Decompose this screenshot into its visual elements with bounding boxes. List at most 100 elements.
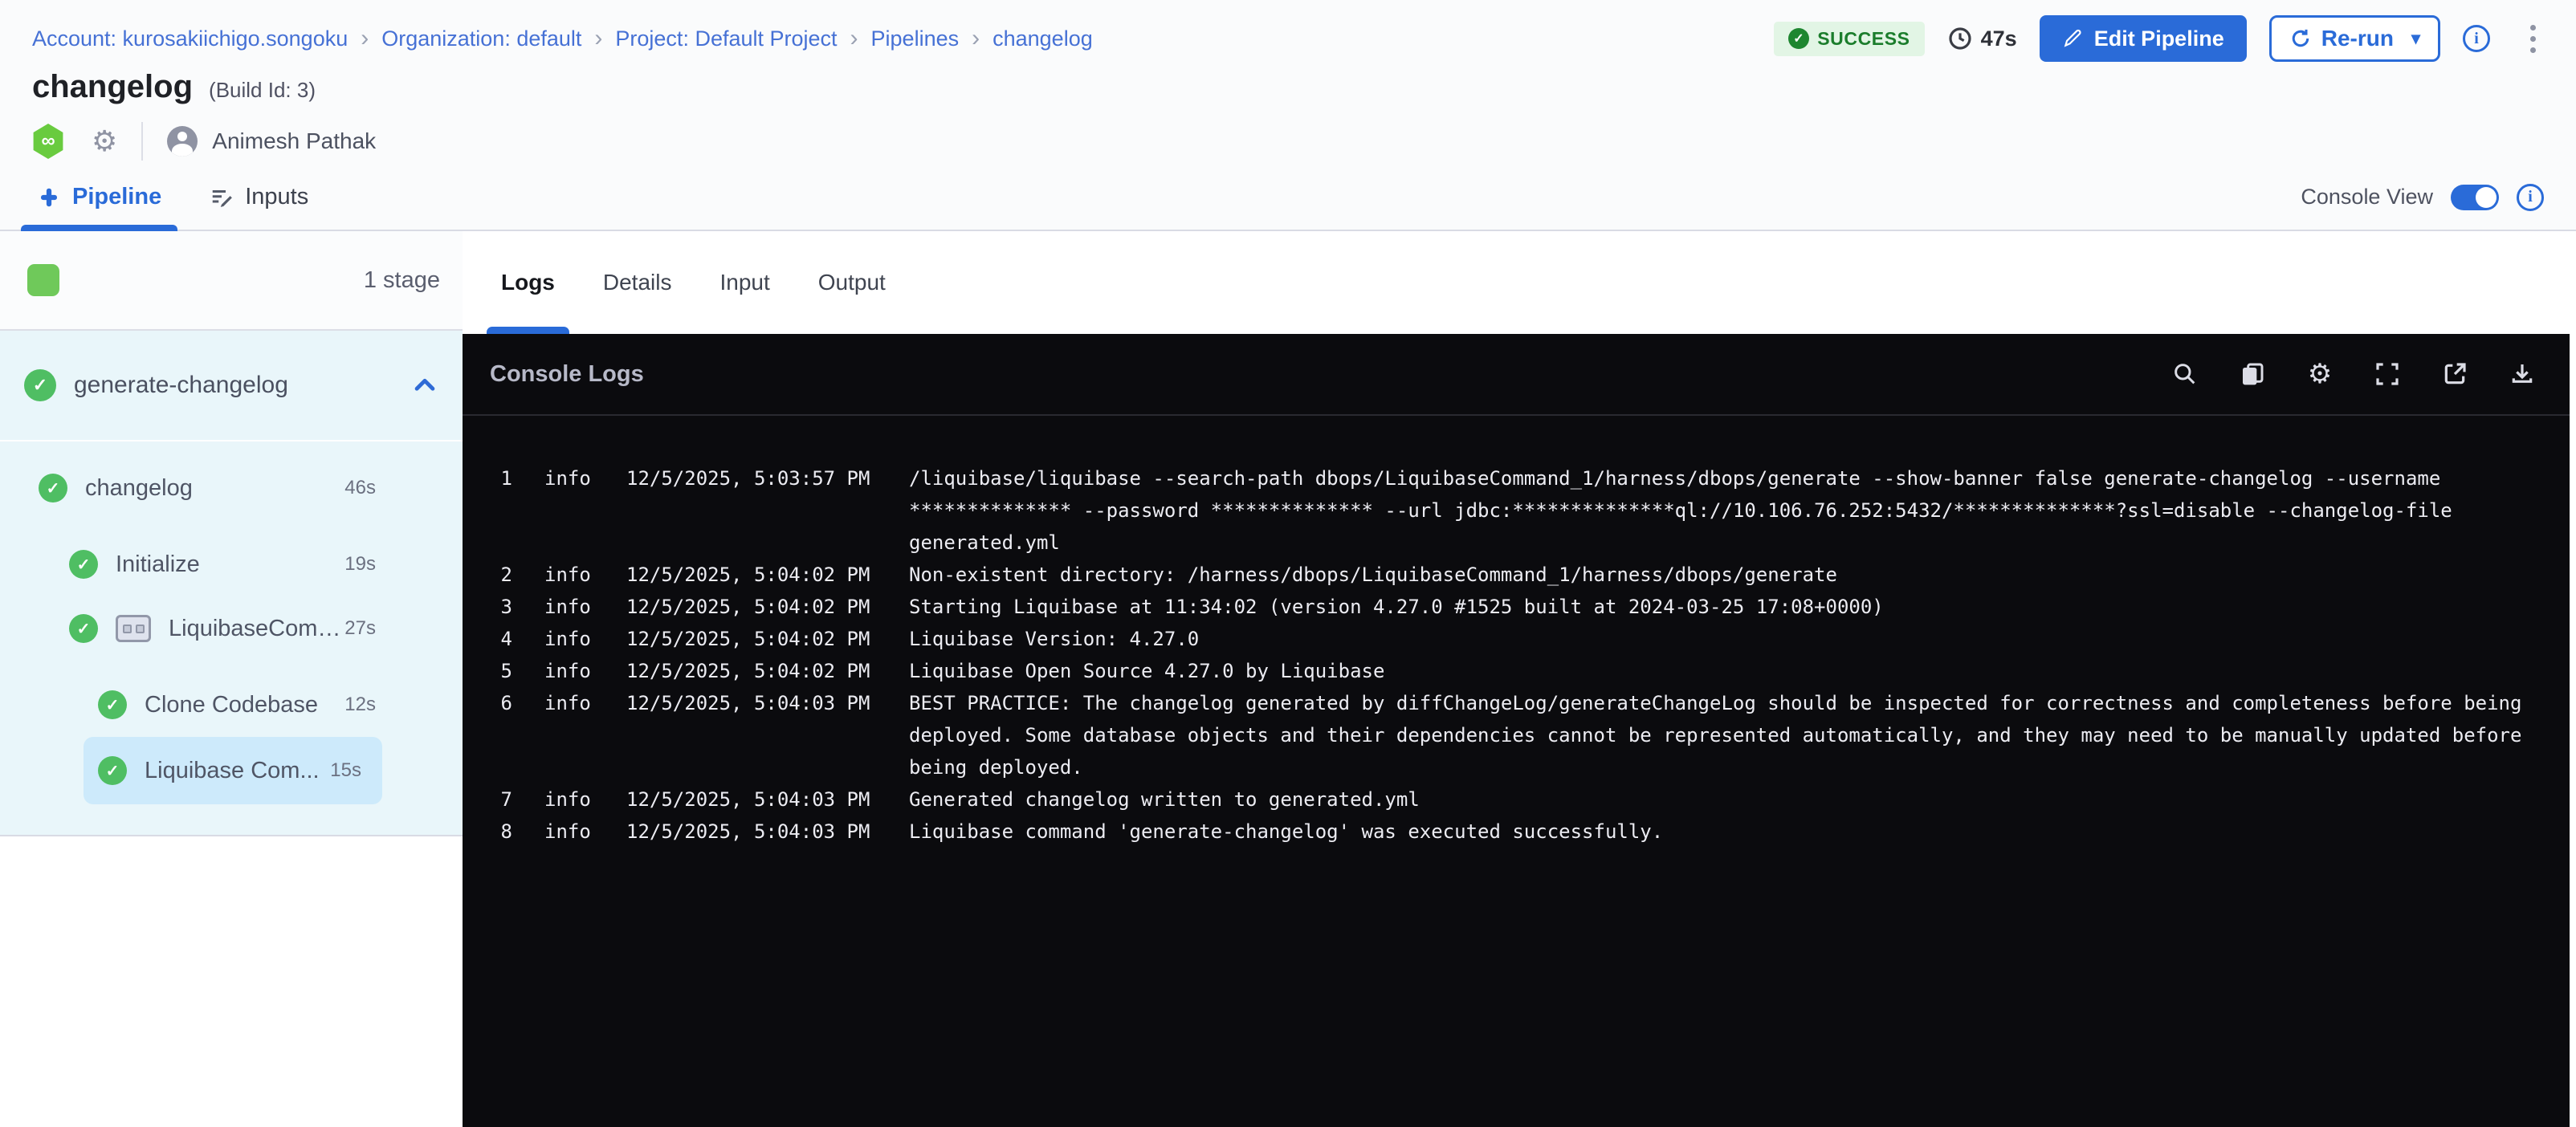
log-line-number: 4 <box>490 623 512 655</box>
log-timestamp: 12/5/2025, 5:04:03 PM <box>626 783 877 816</box>
log-level: info <box>544 462 594 494</box>
log-message: Liquibase Open Source 4.27.0 by Liquibas… <box>909 655 2551 687</box>
log-level: info <box>544 687 594 719</box>
log-line: 8 info 12/5/2025, 5:04:03 PM Liquibase c… <box>490 816 2570 848</box>
breadcrumb-separator-icon: › <box>594 26 602 51</box>
log-message: Starting Liquibase at 11:34:02 (version … <box>909 591 2551 623</box>
duration-indicator: 47s <box>1947 26 2017 51</box>
refresh-icon <box>2289 27 2312 50</box>
check-circle-icon: ✓ <box>98 756 127 785</box>
tab-inputs-label: Inputs <box>245 184 308 210</box>
breadcrumb-separator-icon: › <box>850 26 858 51</box>
success-check-icon: ✓ <box>1788 28 1809 49</box>
log-line: 5 info 12/5/2025, 5:04:02 PM Liquibase O… <box>490 655 2570 687</box>
log-line: 2 info 12/5/2025, 5:04:02 PM Non-existen… <box>490 559 2570 591</box>
console-view-info-icon[interactable]: i <box>2517 184 2544 211</box>
console-view-toggle[interactable] <box>2451 185 2499 210</box>
step-row-changelog[interactable]: ✓ changelog 46s <box>0 456 463 520</box>
copy-icon[interactable] <box>2239 360 2266 388</box>
rerun-button[interactable]: Re-run ▾ <box>2269 15 2440 62</box>
download-icon[interactable] <box>2509 360 2536 388</box>
check-circle-icon: ✓ <box>69 614 98 643</box>
log-timestamp: 12/5/2025, 5:03:57 PM <box>626 462 877 494</box>
step-row-clone-codebase[interactable]: ✓ Clone Codebase 12s <box>0 673 463 737</box>
step-duration: 19s <box>344 553 376 576</box>
chevron-down-icon[interactable]: ▾ <box>2411 28 2420 49</box>
tab-input[interactable]: Input <box>718 231 771 334</box>
step-tree: ✓ changelog 46s ✓ Initialize 19s ✓ Liqui… <box>0 441 463 836</box>
ci-module-icon: ∞ <box>32 124 64 159</box>
more-options-menu[interactable] <box>2522 22 2544 56</box>
fullscreen-icon[interactable] <box>2374 360 2401 388</box>
tab-inputs[interactable]: Inputs <box>205 179 313 230</box>
step-label: Initialize <box>116 551 200 578</box>
step-duration: 15s <box>330 759 361 782</box>
log-message: Liquibase command 'generate-changelog' w… <box>909 816 2551 848</box>
log-line: 7 info 12/5/2025, 5:04:03 PM Generated c… <box>490 783 2570 816</box>
log-line-number: 1 <box>490 462 512 494</box>
tab-details[interactable]: Details <box>601 231 674 334</box>
breadcrumb-separator-icon: › <box>972 26 980 51</box>
step-row-liquibase-command[interactable]: ✓ Liquibase Com... 15s <box>84 737 382 804</box>
divider <box>141 122 143 161</box>
log-level: info <box>544 591 594 623</box>
check-circle-icon: ✓ <box>24 369 56 401</box>
open-in-new-icon[interactable] <box>2441 360 2468 388</box>
breadcrumb-pipelines[interactable]: Pipelines <box>871 26 960 51</box>
log-line-number: 8 <box>490 816 512 848</box>
tab-pipeline-label: Pipeline <box>72 184 161 210</box>
breadcrumb-project[interactable]: Project: Default Project <box>615 26 837 51</box>
tab-output[interactable]: Output <box>817 231 887 334</box>
log-timestamp: 12/5/2025, 5:04:02 PM <box>626 623 877 655</box>
log-level: info <box>544 559 594 591</box>
step-row-liquibase-group[interactable]: ✓ LiquibaseComm... 27s <box>0 596 463 661</box>
page-header: Account: kurosakiichigo.songoku › Organi… <box>0 0 2576 231</box>
step-row-initialize[interactable]: ✓ Initialize 19s <box>0 532 463 596</box>
log-line: 4 info 12/5/2025, 5:04:02 PM Liquibase V… <box>490 623 2570 655</box>
content-area: 1 stage ✓ generate-changelog ✓ changelog… <box>0 231 2576 1127</box>
console-view-control: Console View i <box>2301 184 2544 226</box>
console-panel: Console Logs ⚙ <box>463 334 2570 1127</box>
step-duration: 12s <box>344 694 376 716</box>
log-message: Generated changelog written to generated… <box>909 783 2551 816</box>
step-group-icon <box>116 615 151 642</box>
clock-icon <box>1947 26 1973 51</box>
breadcrumb-separator-icon: › <box>361 26 369 51</box>
status-badge: ✓ SUCCESS <box>1774 22 1924 56</box>
log-line: 6 info 12/5/2025, 5:04:03 PM BEST PRACTI… <box>490 687 2570 783</box>
log-timestamp: 12/5/2025, 5:04:03 PM <box>626 687 877 719</box>
step-detail-panel: Logs Details Input Output Console Logs <box>463 231 2576 1127</box>
header-actions: ✓ SUCCESS 47s Edit Pipeline <box>1774 15 2544 62</box>
log-timestamp: 12/5/2025, 5:04:02 PM <box>626 591 877 623</box>
check-circle-icon: ✓ <box>39 474 67 502</box>
settings-icon[interactable]: ⚙ <box>2306 360 2333 388</box>
status-badge-label: SUCCESS <box>1817 28 1910 50</box>
console-view-label: Console View <box>2301 185 2433 210</box>
chevron-up-icon[interactable] <box>411 372 438 399</box>
breadcrumb-account[interactable]: Account: kurosakiichigo.songoku <box>32 26 348 51</box>
stage-group-header[interactable]: ✓ generate-changelog <box>0 331 463 441</box>
console-header: Console Logs ⚙ <box>463 334 2570 416</box>
tab-logs[interactable]: Logs <box>499 231 556 334</box>
log-line-number: 7 <box>490 783 512 816</box>
log-message: BEST PRACTICE: The changelog generated b… <box>909 687 2551 783</box>
check-circle-icon: ✓ <box>98 690 127 719</box>
tab-pipeline[interactable]: Pipeline <box>32 179 166 230</box>
breadcrumb-organization[interactable]: Organization: default <box>381 26 581 51</box>
build-id-label: (Build Id: 3) <box>209 78 316 103</box>
step-duration: 46s <box>344 477 376 499</box>
stage-node[interactable] <box>27 264 59 296</box>
log-line-number: 2 <box>490 559 512 591</box>
search-icon[interactable] <box>2171 360 2199 388</box>
edit-pipeline-button[interactable]: Edit Pipeline <box>2040 15 2247 62</box>
log-timestamp: 12/5/2025, 5:04:03 PM <box>626 816 877 848</box>
log-tab-bar: Logs Details Input Output <box>463 231 2576 334</box>
info-icon[interactable]: i <box>2463 25 2490 52</box>
console-toolbar: ⚙ <box>2171 360 2536 388</box>
gear-icon[interactable]: ⚙ <box>92 127 117 156</box>
log-line-number: 5 <box>490 655 512 687</box>
log-message: Liquibase Version: 4.27.0 <box>909 623 2551 655</box>
title-row: changelog (Build Id: 3) <box>32 69 2544 105</box>
pipeline-execution-page: Account: kurosakiichigo.songoku › Organi… <box>0 0 2576 1127</box>
log-level: info <box>544 623 594 655</box>
